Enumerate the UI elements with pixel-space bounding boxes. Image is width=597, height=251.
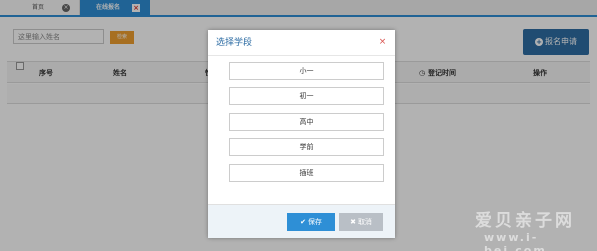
dialog-footer: ✔ 保存 ✖ 取消 [208, 204, 395, 238]
watermark-brand: 爱贝亲子网 [475, 211, 575, 231]
cancel-label: 取消 [357, 218, 372, 226]
select-stage-dialog: 选择学段 × 小一 初一 高中 学前 插班 ✔ 保存 ✖ 取消 [208, 30, 395, 238]
dialog-header: 选择学段 × [208, 30, 395, 56]
cancel-button[interactable]: ✖ 取消 [339, 213, 383, 231]
save-button[interactable]: ✔ 保存 [287, 213, 335, 231]
watermark-url: www.i-bei.com [484, 231, 547, 251]
save-label: 保存 [307, 218, 322, 226]
close-icon[interactable]: × [378, 38, 387, 47]
dialog-title: 选择学段 [216, 38, 253, 48]
stage-option-junior-one[interactable]: 初一 [229, 87, 384, 105]
x-icon: ✖ [350, 218, 356, 226]
stage-option-senior-high[interactable]: 高中 [229, 113, 384, 131]
stage-option-transfer[interactable]: 插班 [229, 164, 384, 182]
stage-option-preschool[interactable]: 学前 [229, 138, 384, 156]
stage-option-primary-one[interactable]: 小一 [229, 62, 384, 80]
check-icon: ✔ [300, 218, 306, 226]
